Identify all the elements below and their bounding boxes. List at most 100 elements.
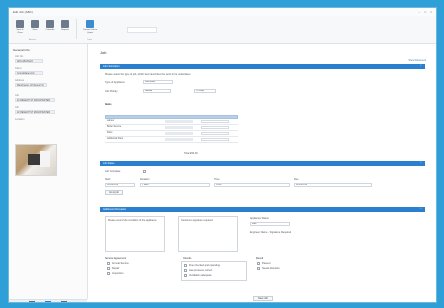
next-icon[interactable]	[61, 301, 67, 302]
flue-check-checkbox[interactable]	[184, 264, 187, 267]
save-icon	[16, 20, 24, 28]
section-title: Job Status	[103, 162, 115, 165]
reports-button[interactable]: Reports	[59, 18, 71, 38]
calendar-button[interactable]: Calendar	[44, 18, 56, 38]
prev-icon[interactable]	[29, 301, 35, 302]
signature-notes-label: Customer signature required	[181, 219, 213, 222]
page-title: Job	[100, 50, 107, 55]
reports-label: Reports	[61, 29, 69, 31]
sidebar-value-job[interactable]: 22 REGENT ST MANCHESTER	[15, 98, 55, 102]
repair-checkbox[interactable]	[107, 267, 110, 270]
job-duration-select[interactable]: 10 Days	[194, 89, 216, 93]
report-icon	[61, 20, 69, 28]
ribbon-separator	[76, 19, 77, 39]
row-name: Additional Parts	[107, 138, 124, 140]
job-complete-label: Job Complete	[105, 170, 121, 173]
passed-label: Passed	[262, 262, 271, 265]
chevron-up-icon: ⌃	[419, 64, 422, 68]
row-price-input[interactable]	[201, 119, 229, 123]
window-title: Edit Job (ABC)	[13, 10, 33, 14]
chevron-up-icon: ⌃	[419, 161, 422, 165]
sidebar-label-job-no: Job No.	[15, 55, 24, 58]
sidebar-label-location: Location	[15, 118, 25, 121]
save-label: Save	[32, 29, 38, 31]
job-priority-select[interactable]: Normal	[143, 89, 171, 93]
status-col-duration: Duration	[140, 178, 150, 181]
sidebar-label-job: Job	[15, 94, 20, 97]
table-row[interactable]: Additional Parts	[105, 137, 238, 143]
home-icon[interactable]	[45, 301, 51, 302]
minimize-button[interactable]: –	[418, 10, 420, 14]
status-col-time: Time	[214, 178, 220, 181]
needs-attention-label: Needs Attention	[262, 267, 280, 270]
job-priority-label: Job Priority	[105, 90, 118, 93]
save-button[interactable]: Save	[29, 18, 41, 38]
row-name: Labour	[107, 120, 115, 122]
close-button[interactable]: ×	[430, 10, 432, 14]
maximize-button[interactable]: □	[424, 10, 426, 14]
go-to-job-button[interactable]: Go to job	[105, 190, 123, 195]
save-close-label: Save & Close	[16, 29, 24, 34]
gas-pressure-label: Gas pressure correct	[189, 269, 213, 272]
ribbon-group-actions: Actions	[29, 39, 37, 41]
sidebar-value-address[interactable]: Manchester, 22 Regent St	[15, 83, 47, 87]
time-field[interactable]: 10:00	[214, 183, 290, 187]
appliance-type-field[interactable]: Gas Boiler	[143, 80, 173, 84]
ventilation-label: Ventilation adequate	[189, 274, 212, 277]
flue-check-label: Flue checked and operating	[189, 264, 220, 267]
sidebar-heading: General Info	[13, 48, 30, 52]
sidebar-value-job-2[interactable]: 22 REGENT ST MANCHESTER	[15, 110, 55, 114]
service-agreement-title: Service Agreement	[105, 257, 127, 260]
main-content: Job Show Document Job Information ⌃ Plea…	[88, 44, 436, 302]
section-job-status[interactable]: Job Status ⌃	[100, 161, 425, 166]
photo-light-object	[40, 151, 50, 167]
row-price-input[interactable]	[201, 137, 229, 141]
section-title: Additional Information	[103, 208, 127, 211]
chevron-up-icon: ⌃	[419, 207, 422, 211]
row-price-input[interactable]	[201, 125, 229, 129]
row-cost	[165, 125, 193, 129]
signature-notes-textarea[interactable]: Customer signature required	[178, 216, 238, 252]
appliance-status-select[interactable]: Safe	[250, 222, 290, 226]
start-date-field[interactable]: 01/03/2018	[105, 183, 135, 187]
passed-radio[interactable]	[257, 262, 260, 265]
disk-icon	[31, 20, 39, 28]
result-title: Result	[256, 257, 264, 260]
needs-attention-radio[interactable]	[257, 267, 260, 270]
inspection-checkbox[interactable]	[107, 272, 110, 275]
save-close-button[interactable]: Save & Close	[14, 18, 26, 38]
ventilation-checkbox[interactable]	[184, 274, 187, 277]
show-document-link[interactable]: Show Document	[408, 59, 426, 62]
section-title: Job Information	[103, 65, 120, 68]
sidebar-value-client[interactable]: Consolidated Ltd	[15, 71, 43, 75]
gas-pressure-checkbox[interactable]	[184, 269, 187, 272]
section-job-information[interactable]: Job Information ⌃	[100, 64, 425, 69]
row-cost	[165, 131, 193, 135]
row-name: Parts	[107, 132, 113, 134]
section-additional-information[interactable]: Additional Information ⌃	[100, 207, 425, 212]
location-photo[interactable]	[15, 144, 57, 176]
job-info-description: Please select the type of job, which bes…	[105, 73, 192, 76]
convert-label: Convert Job to Quote	[82, 29, 98, 34]
annual-service-checkbox[interactable]	[107, 262, 110, 265]
condition-notes-textarea[interactable]: Please record the condition of the appli…	[105, 216, 165, 252]
convert-job-button[interactable]: Convert Job to Quote	[81, 18, 99, 38]
repair-label: Repair	[112, 267, 120, 270]
sidebar-label-address: Address	[15, 79, 25, 82]
checks-group: Flue checked and operating Gas pressure …	[181, 261, 247, 281]
status-col-start: Start	[105, 178, 111, 181]
engineer-signature-label: Engineer Name - Signature Required	[250, 231, 292, 234]
ribbon-toolbar: Save & Close Save Calendar Reports Conve…	[9, 16, 436, 44]
row-price-input[interactable]	[201, 131, 229, 135]
calendar-icon	[46, 20, 54, 28]
ribbon-search-input[interactable]	[127, 27, 157, 33]
annual-service-label: Annual Service	[112, 262, 129, 265]
duration-field[interactable]: 1 Hour	[140, 183, 210, 187]
inspection-label: Inspection	[112, 272, 124, 275]
save-job-button[interactable]: Save Job	[253, 296, 273, 301]
due-date-field[interactable]: 01/03/2018	[294, 183, 372, 187]
items-table-title: Items	[105, 103, 112, 106]
sidebar-bottom-bar	[9, 299, 87, 302]
checks-title: Checks	[183, 257, 192, 260]
job-complete-checkbox[interactable]	[143, 170, 146, 173]
